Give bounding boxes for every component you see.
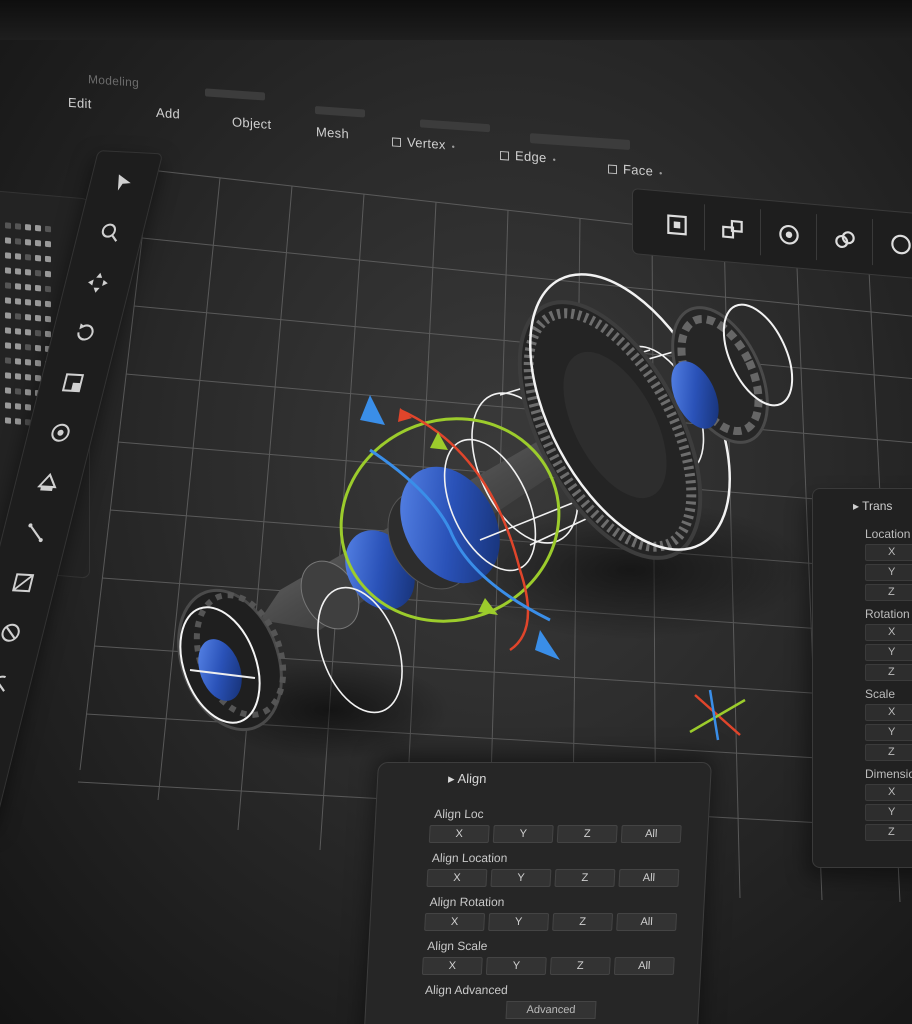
workspace-tab-modeling[interactable]: Modeling [88, 72, 139, 90]
edit-mode-icon[interactable] [705, 204, 761, 256]
rotation-z-field[interactable]: Z [865, 664, 912, 681]
link-icon[interactable] [817, 214, 873, 266]
dimensions-z-field[interactable]: Z [865, 824, 912, 841]
transform-panel: ▸ Trans Location X Y Z Rotation X Y Z Sc… [812, 488, 912, 868]
align-scale-buttons: X Y Z All [421, 957, 685, 975]
align-panel: ▸ Align Align Loc X Y Z All Align Locati… [362, 762, 712, 1024]
align-rotation-y-button[interactable]: Y [488, 913, 550, 931]
object-icon[interactable] [0, 716, 5, 750]
align-rotation-all-button[interactable]: All [616, 913, 678, 931]
align-scale-y-button[interactable]: Y [485, 957, 547, 975]
align-location-x-button[interactable]: X [426, 869, 488, 887]
top-bezel [0, 0, 912, 40]
menu-edit[interactable]: Edit [68, 95, 92, 112]
align-loc-x-button[interactable]: X [428, 825, 490, 843]
align-rotation-buttons: X Y Z All [424, 913, 687, 931]
align-rotation-z-button[interactable]: Z [552, 913, 614, 931]
bevel-icon[interactable] [3, 566, 43, 600]
app-window: Modeling Edit Add Object Mesh Vertex • Ed… [0, 0, 912, 1024]
outliner-row[interactable] [5, 237, 79, 249]
align-rotation-x-button[interactable]: X [424, 913, 486, 931]
rotation-label: Rotation [865, 607, 910, 621]
menu-object[interactable]: Object [232, 114, 271, 132]
align-location-buttons: X Y Z All [426, 869, 689, 887]
move-icon[interactable] [78, 266, 118, 300]
transform-icon[interactable] [41, 416, 81, 450]
object-mode-icon[interactable] [649, 199, 705, 251]
align-rotation-label: Align Rotation [429, 895, 505, 909]
blurred-tab[interactable] [420, 119, 490, 133]
dimensions-label: Dimensions [865, 767, 912, 781]
scale-z-field[interactable]: Z [865, 744, 912, 761]
vertex-box-icon [392, 137, 401, 148]
outliner-row[interactable] [5, 252, 79, 264]
outliner-row[interactable] [5, 222, 79, 234]
blurred-tab[interactable] [205, 88, 265, 101]
menu-mesh[interactable]: Mesh [316, 124, 349, 141]
scale-icon[interactable] [53, 366, 93, 400]
gizmo-arrow-z[interactable] [360, 395, 385, 425]
dimensions-y-field[interactable]: Y [865, 804, 912, 821]
zoom-icon[interactable] [91, 216, 131, 250]
dimensions-x-field[interactable]: X [865, 784, 912, 801]
location-label: Location [865, 527, 911, 541]
scale-label: Scale [865, 687, 896, 701]
align-location-all-button[interactable]: All [618, 869, 680, 887]
circle-icon[interactable] [873, 219, 912, 270]
align-location-y-button[interactable]: Y [490, 869, 552, 887]
blurred-tab[interactable] [315, 106, 365, 118]
loop-cut-icon[interactable] [0, 616, 30, 650]
rotate-icon[interactable] [66, 316, 106, 350]
select-cursor-icon[interactable] [103, 166, 143, 200]
origin-axes [689, 689, 746, 741]
measure-icon[interactable] [0, 666, 18, 700]
align-panel-title[interactable]: ▸ Align [448, 771, 695, 787]
blurred-tab[interactable] [530, 133, 630, 151]
align-scale-all-button[interactable]: All [613, 957, 675, 975]
align-loc-all-button[interactable]: All [620, 825, 682, 843]
location-z-field[interactable]: Z [865, 584, 912, 601]
knife-icon[interactable] [16, 516, 56, 550]
location-y-field[interactable]: Y [865, 564, 912, 581]
align-loc-buttons: X Y Z All [428, 825, 692, 843]
gizmo-handle-y[interactable] [430, 432, 448, 450]
extrude-icon[interactable] [28, 466, 68, 500]
gizmo-arrow-z[interactable] [535, 630, 560, 660]
transform-panel-title[interactable]: ▸ Trans [853, 499, 912, 513]
location-x-field[interactable]: X [865, 544, 912, 561]
align-scale-x-button[interactable]: X [421, 957, 483, 975]
align-location-z-button[interactable]: Z [554, 869, 616, 887]
align-advanced-label: Align Advanced [424, 983, 509, 997]
align-loc-label: Align Loc [433, 807, 485, 821]
align-loc-z-button[interactable]: Z [556, 825, 618, 843]
rotation-y-field[interactable]: Y [865, 644, 912, 661]
scale-x-field[interactable]: X [865, 704, 912, 721]
rotation-x-field[interactable]: X [865, 624, 912, 641]
align-scale-z-button[interactable]: Z [549, 957, 611, 975]
sculpt-mode-icon[interactable] [761, 209, 817, 261]
menu-add[interactable]: Add [156, 105, 180, 122]
scale-y-field[interactable]: Y [865, 724, 912, 741]
align-location-label: Align Location [431, 851, 508, 865]
advanced-dropdown[interactable]: Advanced [505, 1001, 597, 1019]
align-loc-y-button[interactable]: Y [492, 825, 554, 843]
align-scale-label: Align Scale [426, 939, 488, 953]
